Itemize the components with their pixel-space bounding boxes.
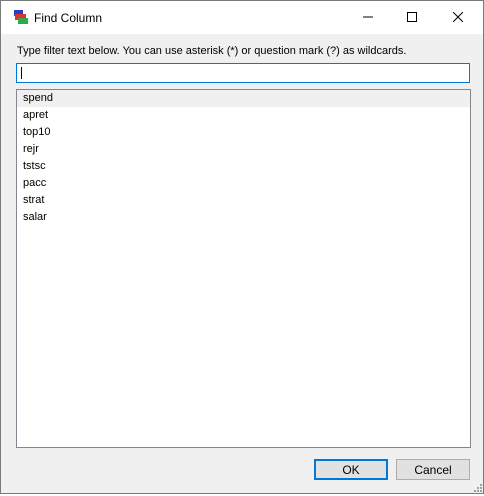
filter-input[interactable] [16, 63, 470, 83]
maximize-button[interactable] [389, 1, 435, 34]
list-item[interactable]: pacc [17, 175, 470, 192]
close-icon [452, 11, 464, 25]
column-list[interactable]: spend apret top10 rejr tstsc pacc strat salar [16, 89, 471, 448]
find-column-dialog: Find Column Type filter text below. You … [0, 0, 484, 494]
minimize-button[interactable] [345, 1, 391, 34]
list-item[interactable]: salar [17, 209, 470, 226]
app-logo-icon [13, 9, 29, 25]
list-item[interactable]: tstsc [17, 158, 470, 175]
minimize-icon [363, 11, 373, 25]
text-caret [21, 67, 22, 79]
instruction-label: Type filter text below. You can use aste… [17, 45, 407, 57]
resize-grip-icon[interactable] [471, 481, 483, 493]
list-item[interactable]: rejr [17, 141, 470, 158]
cancel-button[interactable]: Cancel [396, 459, 470, 480]
window-title: Find Column [34, 11, 103, 25]
title-bar[interactable]: Find Column [1, 1, 483, 34]
list-item[interactable]: apret [17, 107, 470, 124]
ok-button[interactable]: OK [314, 459, 388, 480]
list-item[interactable]: strat [17, 192, 470, 209]
list-item[interactable]: spend [17, 90, 470, 107]
close-button[interactable] [435, 1, 481, 34]
maximize-icon [407, 11, 417, 25]
list-item[interactable]: top10 [17, 124, 470, 141]
